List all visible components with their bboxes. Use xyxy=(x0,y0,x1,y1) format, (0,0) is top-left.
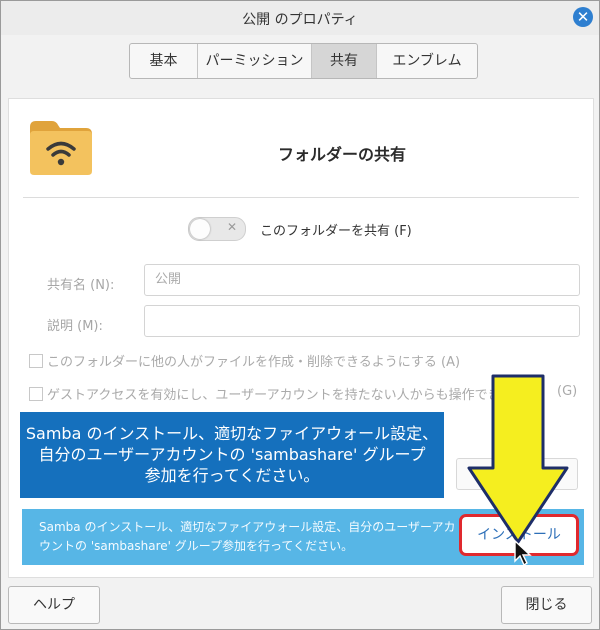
annotation-line: 参加を行ってください。 xyxy=(144,466,320,485)
down-arrow-icon xyxy=(467,374,569,544)
allow-others-option[interactable]: このフォルダーに他の人がファイルを作成・削除できるようにする (A) xyxy=(29,351,460,370)
annotation-line: Samba のインストール、適切なファイアウォール設定、 xyxy=(25,424,439,443)
tab-bar: 基本 パーミッション 共有 エンブレム xyxy=(129,43,478,79)
guest-access-option[interactable]: ゲストアクセスを有効にし、ユーザーアカウントを持たない人からも操作できる xyxy=(29,384,513,403)
share-panel: フォルダーの共有 ✕ このフォルダーを共有 (F) 共有名 (N): 公開 説明… xyxy=(8,98,594,578)
share-name-label: 共有名 (N): xyxy=(47,278,115,293)
share-toggle-label: このフォルダーを共有 (F) xyxy=(260,224,412,239)
close-icon[interactable]: ✕ xyxy=(573,7,593,27)
guest-access-label: ゲストアクセスを有効にし、ユーザーアカウントを持たない人からも操作できる xyxy=(47,388,514,403)
tab-emblems[interactable]: エンブレム xyxy=(377,44,477,78)
allow-others-label: このフォルダーに他の人がファイルを作成・削除できるようにする (A) xyxy=(47,355,461,370)
window-title: 公開 のプロパティ xyxy=(242,12,358,28)
properties-window: 公開 のプロパティ ✕ 基本 パーミッション 共有 エンブレム フォルダーの共有… xyxy=(0,0,600,630)
help-button[interactable]: ヘルプ xyxy=(8,586,100,624)
toggle-knob xyxy=(190,219,210,239)
description-label: 説明 (M): xyxy=(47,319,103,334)
tab-basic[interactable]: 基本 xyxy=(130,44,198,78)
mouse-pointer-icon xyxy=(514,539,532,567)
annotation-line: 自分のユーザーアカウントの 'sambashare' グループ xyxy=(38,445,426,464)
description-input[interactable] xyxy=(144,305,580,337)
tab-share[interactable]: 共有 xyxy=(312,44,377,78)
separator xyxy=(23,197,579,198)
annotation-banner: Samba のインストール、適切なファイアウォール設定、 自分のユーザーアカウン… xyxy=(20,412,444,498)
share-toggle[interactable]: ✕ xyxy=(188,217,246,241)
shared-folder-icon xyxy=(30,121,92,175)
allow-others-checkbox[interactable] xyxy=(29,353,43,368)
close-button[interactable]: 閉じる xyxy=(501,586,592,624)
tab-permissions[interactable]: パーミッション xyxy=(198,44,312,78)
section-title: フォルダーの共有 xyxy=(278,145,407,164)
toggle-off-icon: ✕ xyxy=(227,220,238,234)
info-message: Samba のインストール、適切なファイアウォール設定、自分のユーザーアカウント… xyxy=(39,520,456,553)
share-name-input[interactable]: 公開 xyxy=(144,264,580,296)
guest-access-checkbox[interactable] xyxy=(29,386,43,401)
title-bar: 公開 のプロパティ ✕ xyxy=(1,1,599,35)
